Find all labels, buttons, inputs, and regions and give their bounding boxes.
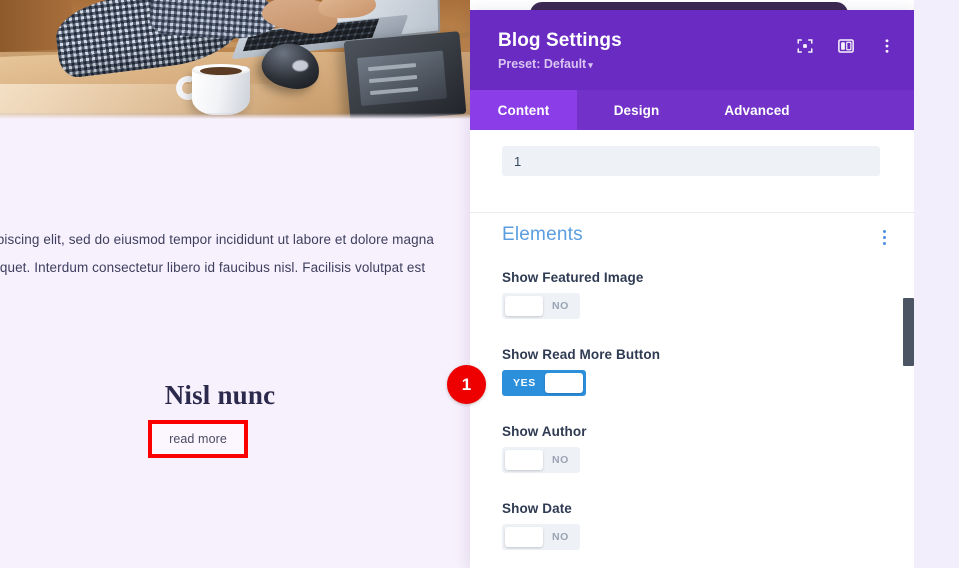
tab-content[interactable]: Content (470, 90, 577, 130)
post-count-input[interactable] (502, 146, 880, 176)
screenshot-root: r adipiscing elit, sed do eiusmod tempor… (0, 0, 959, 568)
toggle-show-featured-image[interactable]: NO (502, 293, 580, 319)
hero-bottom-fade (0, 113, 470, 119)
dot (883, 236, 886, 239)
elements-more-vertical-icon[interactable] (876, 230, 892, 248)
monitor-screen-line (369, 75, 417, 83)
post-body-line-1: r adipiscing elit, sed do eiusmod tempor… (0, 226, 470, 254)
annotation-badge-1: 1 (447, 365, 486, 404)
post-body-line-2: ra aliquet. Interdum consectetur libero … (0, 254, 470, 282)
toggle-show-author[interactable]: NO (502, 447, 580, 473)
page-right-gutter (914, 0, 959, 568)
coffee-liquid (200, 67, 242, 75)
toggle-state-label: YES (513, 377, 536, 389)
toggle-knob (545, 373, 583, 393)
preset-label: Preset: Default (498, 57, 586, 71)
blog-settings-panel: Blog Settings Preset: Default▾ (470, 10, 914, 568)
desktop-monitor (344, 31, 467, 119)
monitor-screen-line (370, 87, 418, 95)
setting-label: Show Featured Image (502, 270, 882, 285)
tab-design[interactable]: Design (577, 90, 696, 130)
toggle-show-read-more-button[interactable]: YES (502, 370, 586, 396)
setting-label: Show Author (502, 424, 882, 439)
toggle-knob (505, 296, 543, 316)
panel-header: Blog Settings Preset: Default▾ (470, 10, 914, 90)
preset-selector[interactable]: Preset: Default▾ (498, 57, 622, 71)
toggle-state-label: NO (552, 531, 569, 543)
elements-section-heading: Elements (502, 224, 583, 246)
tab-advanced[interactable]: Advanced (696, 90, 818, 130)
panel-title: Blog Settings (498, 30, 622, 52)
panel-tabs: Content Design Advanced (470, 90, 914, 130)
panel-body: Elements Show Featured Image NO Show Rea… (470, 130, 914, 568)
setting-show-read-more-button: Show Read More Button YES (502, 347, 882, 396)
post-body-text: r adipiscing elit, sed do eiusmod tempor… (0, 226, 470, 282)
page-preview: r adipiscing elit, sed do eiusmod tempor… (0, 0, 470, 568)
setting-label: Show Read More Button (502, 347, 882, 362)
monitor-screen-line (368, 63, 416, 71)
dot (883, 230, 886, 233)
toggle-show-date[interactable]: NO (502, 524, 580, 550)
toggle-knob (505, 527, 543, 547)
setting-show-author: Show Author NO (502, 424, 882, 475)
dot (883, 242, 886, 245)
read-more-highlight-box: read more (148, 420, 248, 458)
setting-label: Show Date (502, 501, 882, 516)
section-divider (470, 212, 914, 213)
more-vertical-icon[interactable] (878, 37, 896, 55)
setting-show-date: Show Date NO (502, 501, 882, 552)
panel-scrollbar-thumb[interactable] (903, 298, 914, 366)
toggle-knob (505, 450, 543, 470)
panel-header-titles: Blog Settings Preset: Default▾ (498, 30, 622, 71)
focus-target-icon[interactable] (796, 37, 814, 55)
toggle-state-label: NO (552, 300, 569, 312)
layout-panel-icon[interactable] (837, 37, 855, 55)
setting-show-featured-image: Show Featured Image NO (502, 270, 882, 321)
chevron-down-icon: ▾ (588, 60, 593, 70)
panel-header-icons (796, 37, 896, 55)
featured-image (0, 0, 470, 119)
toggle-state-label: NO (552, 454, 569, 466)
post-title: Nisl nunc (0, 380, 440, 411)
read-more-button[interactable]: read more (152, 424, 244, 454)
mouse-highlight (292, 60, 309, 72)
monitor-screen (357, 51, 447, 106)
